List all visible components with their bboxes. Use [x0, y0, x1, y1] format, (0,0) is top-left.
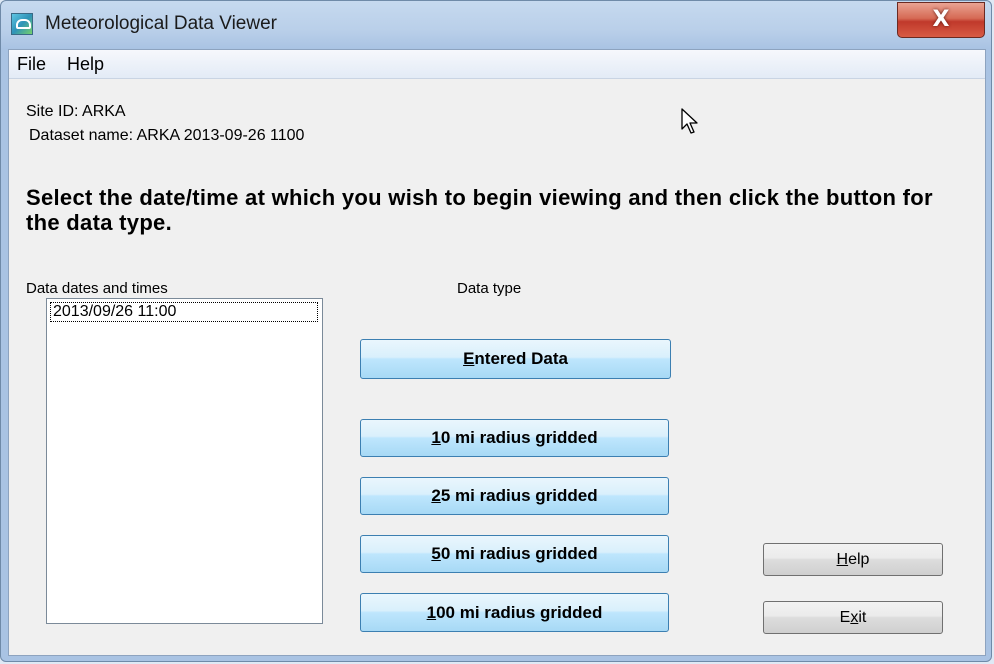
button-label: 0 mi radius gridded — [440, 428, 598, 447]
dataset-name-label: Dataset name: ARKA 2013-09-26 1100 — [29, 127, 305, 144]
button-label: it — [858, 609, 867, 626]
data-type-label: Data type — [457, 280, 522, 297]
list-item[interactable]: 2013/09/26 11:00 — [50, 302, 318, 322]
dates-list-label: Data dates and times — [26, 280, 168, 297]
mnemonic: 5 — [431, 544, 441, 563]
mnemonic: 1 — [431, 428, 441, 447]
25-mi-gridded-button[interactable]: 25 mi radius gridded — [360, 477, 669, 515]
title-bar[interactable]: Meteorological Data Viewer X — [1, 1, 991, 49]
mnemonic: H — [836, 551, 849, 568]
site-id-label: Site ID: ARKA — [26, 103, 126, 120]
10-mi-gridded-button[interactable]: 10 mi radius gridded — [360, 419, 669, 457]
window-title: Meteorological Data Viewer — [45, 13, 277, 34]
mouse-pointer-icon — [681, 108, 698, 134]
weather-app-icon — [11, 13, 33, 35]
button-label-pre: E — [839, 609, 851, 626]
button-label: 00 mi radius gridded — [436, 603, 603, 622]
entered-data-button[interactable]: Entered Data — [360, 339, 671, 379]
mnemonic: 1 — [426, 603, 437, 622]
button-label: 0 mi radius gridded — [440, 544, 598, 563]
mnemonic: E — [463, 349, 475, 368]
100-mi-gridded-button[interactable]: 100 mi radius gridded — [360, 593, 669, 632]
button-label: ntered Data — [474, 349, 568, 368]
button-label: 5 mi radius gridded — [440, 486, 598, 505]
help-button[interactable]: Help — [763, 543, 943, 576]
exit-button[interactable]: Exit — [763, 601, 943, 634]
client-area: File Help Site ID: ARKA Dataset name: AR… — [8, 49, 986, 656]
mnemonic: 2 — [431, 486, 441, 505]
dates-listbox[interactable]: 2013/09/26 11:00 — [46, 298, 323, 624]
menu-file[interactable]: File — [17, 54, 46, 75]
close-icon: X — [932, 7, 950, 32]
button-label: elp — [848, 551, 870, 568]
app-window: Meteorological Data Viewer X File Help S… — [0, 0, 992, 662]
close-button[interactable]: X — [897, 2, 985, 38]
menu-help[interactable]: Help — [67, 54, 104, 75]
menu-bar: File Help — [9, 50, 985, 79]
50-mi-gridded-button[interactable]: 50 mi radius gridded — [360, 535, 669, 573]
instructions-text: Select the date/time at which you wish t… — [26, 185, 933, 235]
